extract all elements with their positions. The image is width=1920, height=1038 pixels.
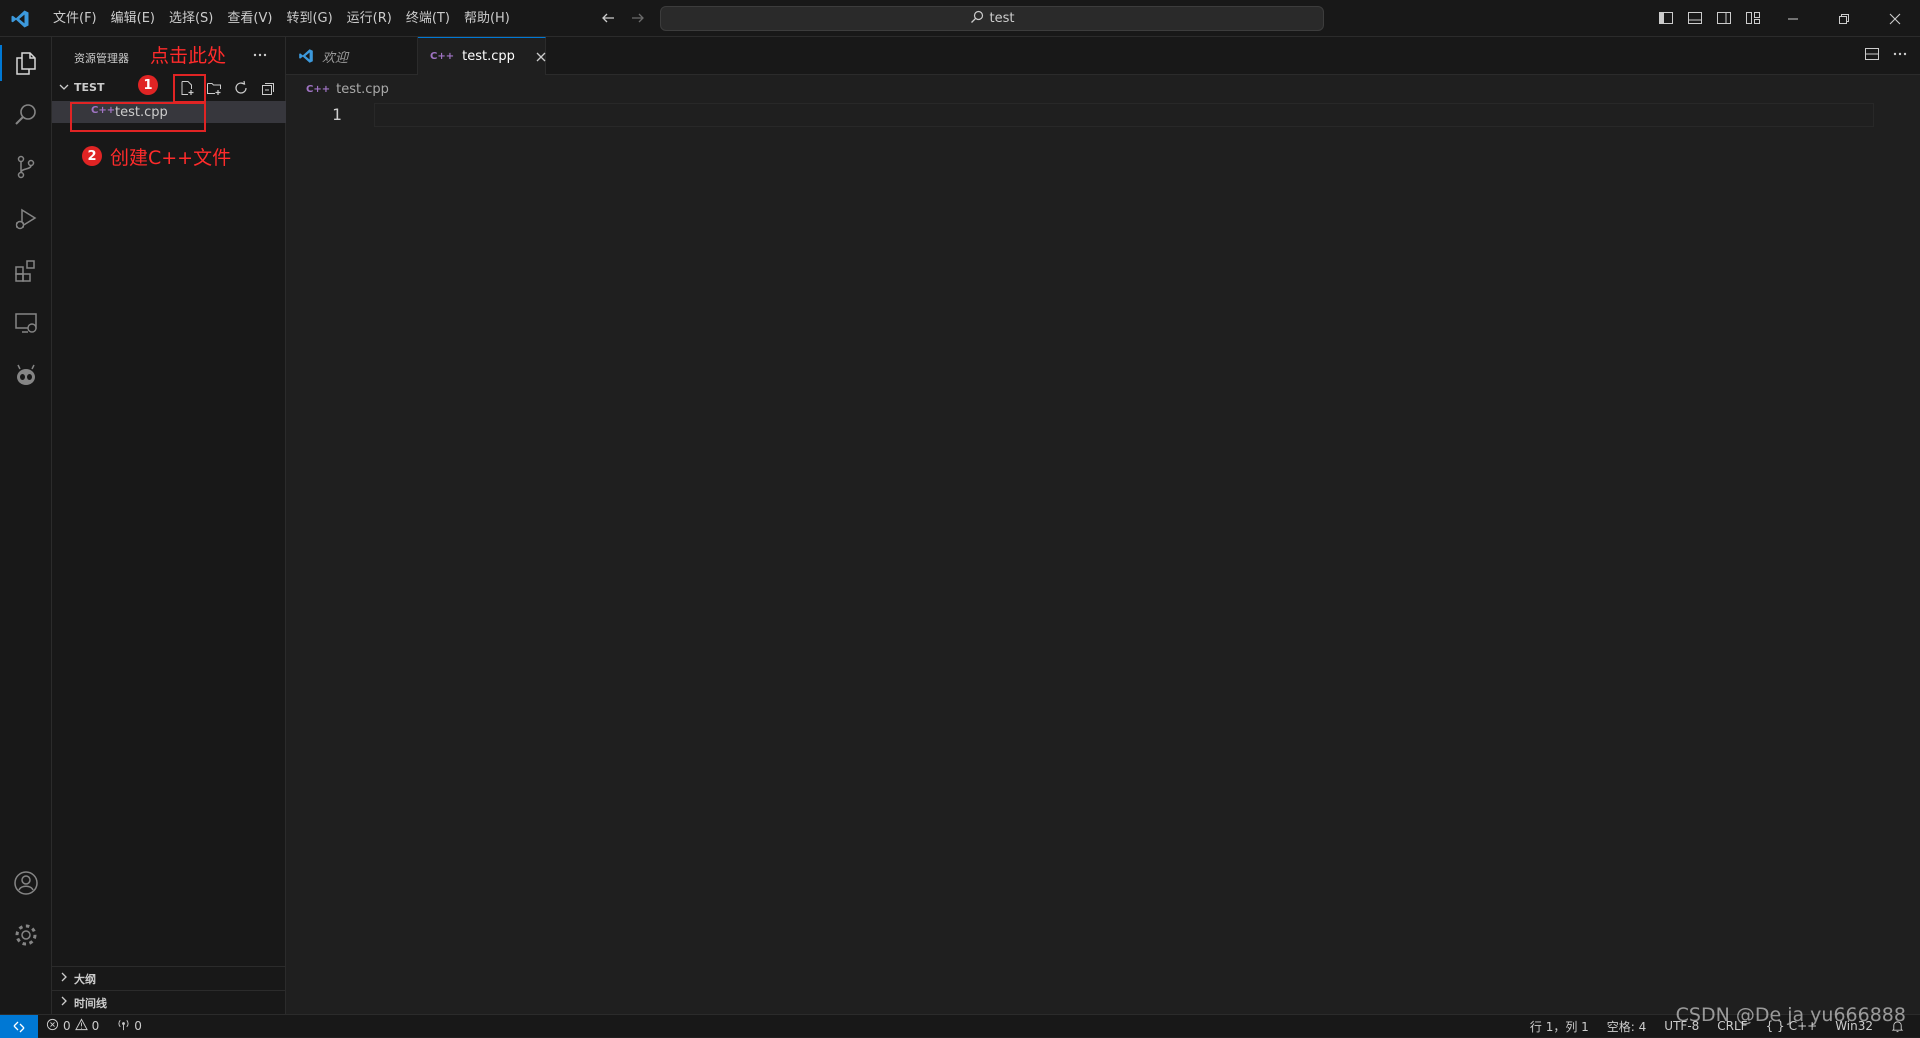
explorer-sidebar: 资源管理器 TEST C++ test.cpp 大纲 时间线 [52,37,286,1014]
menu-selection[interactable]: 选择(S) [162,0,220,37]
warning-icon [74,1018,88,1034]
menu-run[interactable]: 运行(R) [340,0,399,37]
annotation-box-new-file [173,74,206,103]
sidebar-title: 资源管理器 [74,52,129,65]
remote-indicator-icon[interactable] [0,1015,38,1038]
annotation-create-cpp-file: 创建C++文件 [110,147,232,169]
annotation-step-2-badge: 2 [82,146,102,166]
toggle-panel-icon[interactable] [1685,8,1704,27]
toggle-secondary-sidebar-icon[interactable] [1714,8,1733,27]
window-controls [1767,0,1920,37]
status-bar: 0 0 0 行 1，列 1 空格: 4 UTF-8 CRLF { } C++ W… [0,1014,1920,1038]
annotation-click-here: 点击此处 [150,45,227,67]
close-tab-icon[interactable] [535,51,547,63]
source-control-icon[interactable] [0,141,52,193]
timeline-section-header[interactable]: 时间线 [52,990,286,1012]
breadcrumb: C++ test.cpp [286,75,389,103]
copilot-alien-icon[interactable] [0,349,52,401]
annotation-box-created-file [70,102,206,132]
chevron-right-icon [58,970,70,988]
problems-indicator[interactable]: 0 0 [46,1018,99,1034]
more-editor-actions-icon[interactable] [1892,46,1908,66]
editor-actions [1864,46,1908,66]
menu-view[interactable]: 查看(V) [220,0,279,37]
remote-explorer-icon[interactable] [0,297,52,349]
menu-edit[interactable]: 编辑(E) [104,0,162,37]
ports-indicator[interactable]: 0 [117,1018,142,1034]
menu-terminal[interactable]: 终端(T) [399,0,457,37]
tab-welcome[interactable]: 欢迎 [286,37,418,75]
menu-file[interactable]: 文件(F) [46,0,104,37]
forward-arrow-icon[interactable] [628,8,648,28]
timeline-label: 时间线 [74,997,107,1010]
cursor-position[interactable]: 行 1，列 1 [1530,1018,1589,1035]
minimize-icon[interactable] [1767,0,1818,37]
extensions-icon[interactable] [0,245,52,297]
cpp-tab-icon: C++ [430,51,455,62]
ports-count: 0 [134,1019,142,1033]
tab-test-cpp-label: test.cpp [462,49,515,64]
status-left: 0 0 0 [46,1015,142,1037]
command-center-search[interactable]: test [660,6,1324,31]
split-editor-icon[interactable] [1864,46,1880,66]
accounts-icon[interactable] [0,857,52,909]
collapse-all-icon[interactable] [257,77,279,99]
broadcast-icon [117,1018,130,1034]
vscode-logo-icon [10,9,30,29]
editor-tabs: 欢迎 C++ test.cpp [286,37,1920,75]
command-center-text: test [989,11,1015,26]
workspace-folder-header[interactable]: TEST [52,77,286,99]
search-view-icon[interactable] [0,89,52,141]
explorer-icon[interactable] [0,37,52,89]
toggle-primary-sidebar-icon[interactable] [1656,8,1675,27]
error-icon [46,1018,59,1034]
new-folder-icon[interactable] [203,77,225,99]
outline-label: 大纲 [74,973,96,986]
warning-count: 0 [91,1019,100,1033]
cpp-breadcrumb-icon: C++ [306,83,331,95]
settings-gear-icon[interactable] [0,909,52,961]
current-line-highlight [374,103,1874,127]
activity-bar [0,37,52,1014]
menu-bar: 文件(F) 编辑(E) 选择(S) 查看(V) 转到(G) 运行(R) 终端(T… [46,0,517,37]
watermark: CSDN @De ja yu666888 [1675,1004,1906,1026]
line-number: 1 [332,105,342,124]
workspace-folder-name: TEST [74,81,105,94]
restore-icon[interactable] [1818,0,1869,37]
tab-test-cpp[interactable]: C++ test.cpp [418,37,546,75]
title-bar: 文件(F) 编辑(E) 选择(S) 查看(V) 转到(G) 运行(R) 终端(T… [0,0,1920,37]
code-editor[interactable]: 1 [286,103,1920,1014]
navigation-arrows [598,8,648,28]
annotation-step-1-badge: 1 [138,75,158,95]
more-actions-icon[interactable] [250,45,270,65]
close-window-icon[interactable] [1869,0,1920,37]
tab-welcome-label: 欢迎 [322,50,349,66]
run-debug-icon[interactable] [0,193,52,245]
layout-controls [1656,8,1762,27]
menu-go[interactable]: 转到(G) [279,0,339,37]
refresh-icon[interactable] [230,77,252,99]
breadcrumb-file[interactable]: test.cpp [336,82,389,97]
search-icon [970,10,984,28]
menu-help[interactable]: 帮助(H) [457,0,517,37]
vscode-tab-icon [298,48,314,64]
chevron-right-icon [58,994,70,1012]
indentation[interactable]: 空格: 4 [1607,1018,1647,1035]
outline-section-header[interactable]: 大纲 [52,966,286,988]
chevron-down-icon [58,81,70,97]
customize-layout-icon[interactable] [1743,8,1762,27]
back-arrow-icon[interactable] [598,8,618,28]
error-count: 0 [63,1019,71,1033]
